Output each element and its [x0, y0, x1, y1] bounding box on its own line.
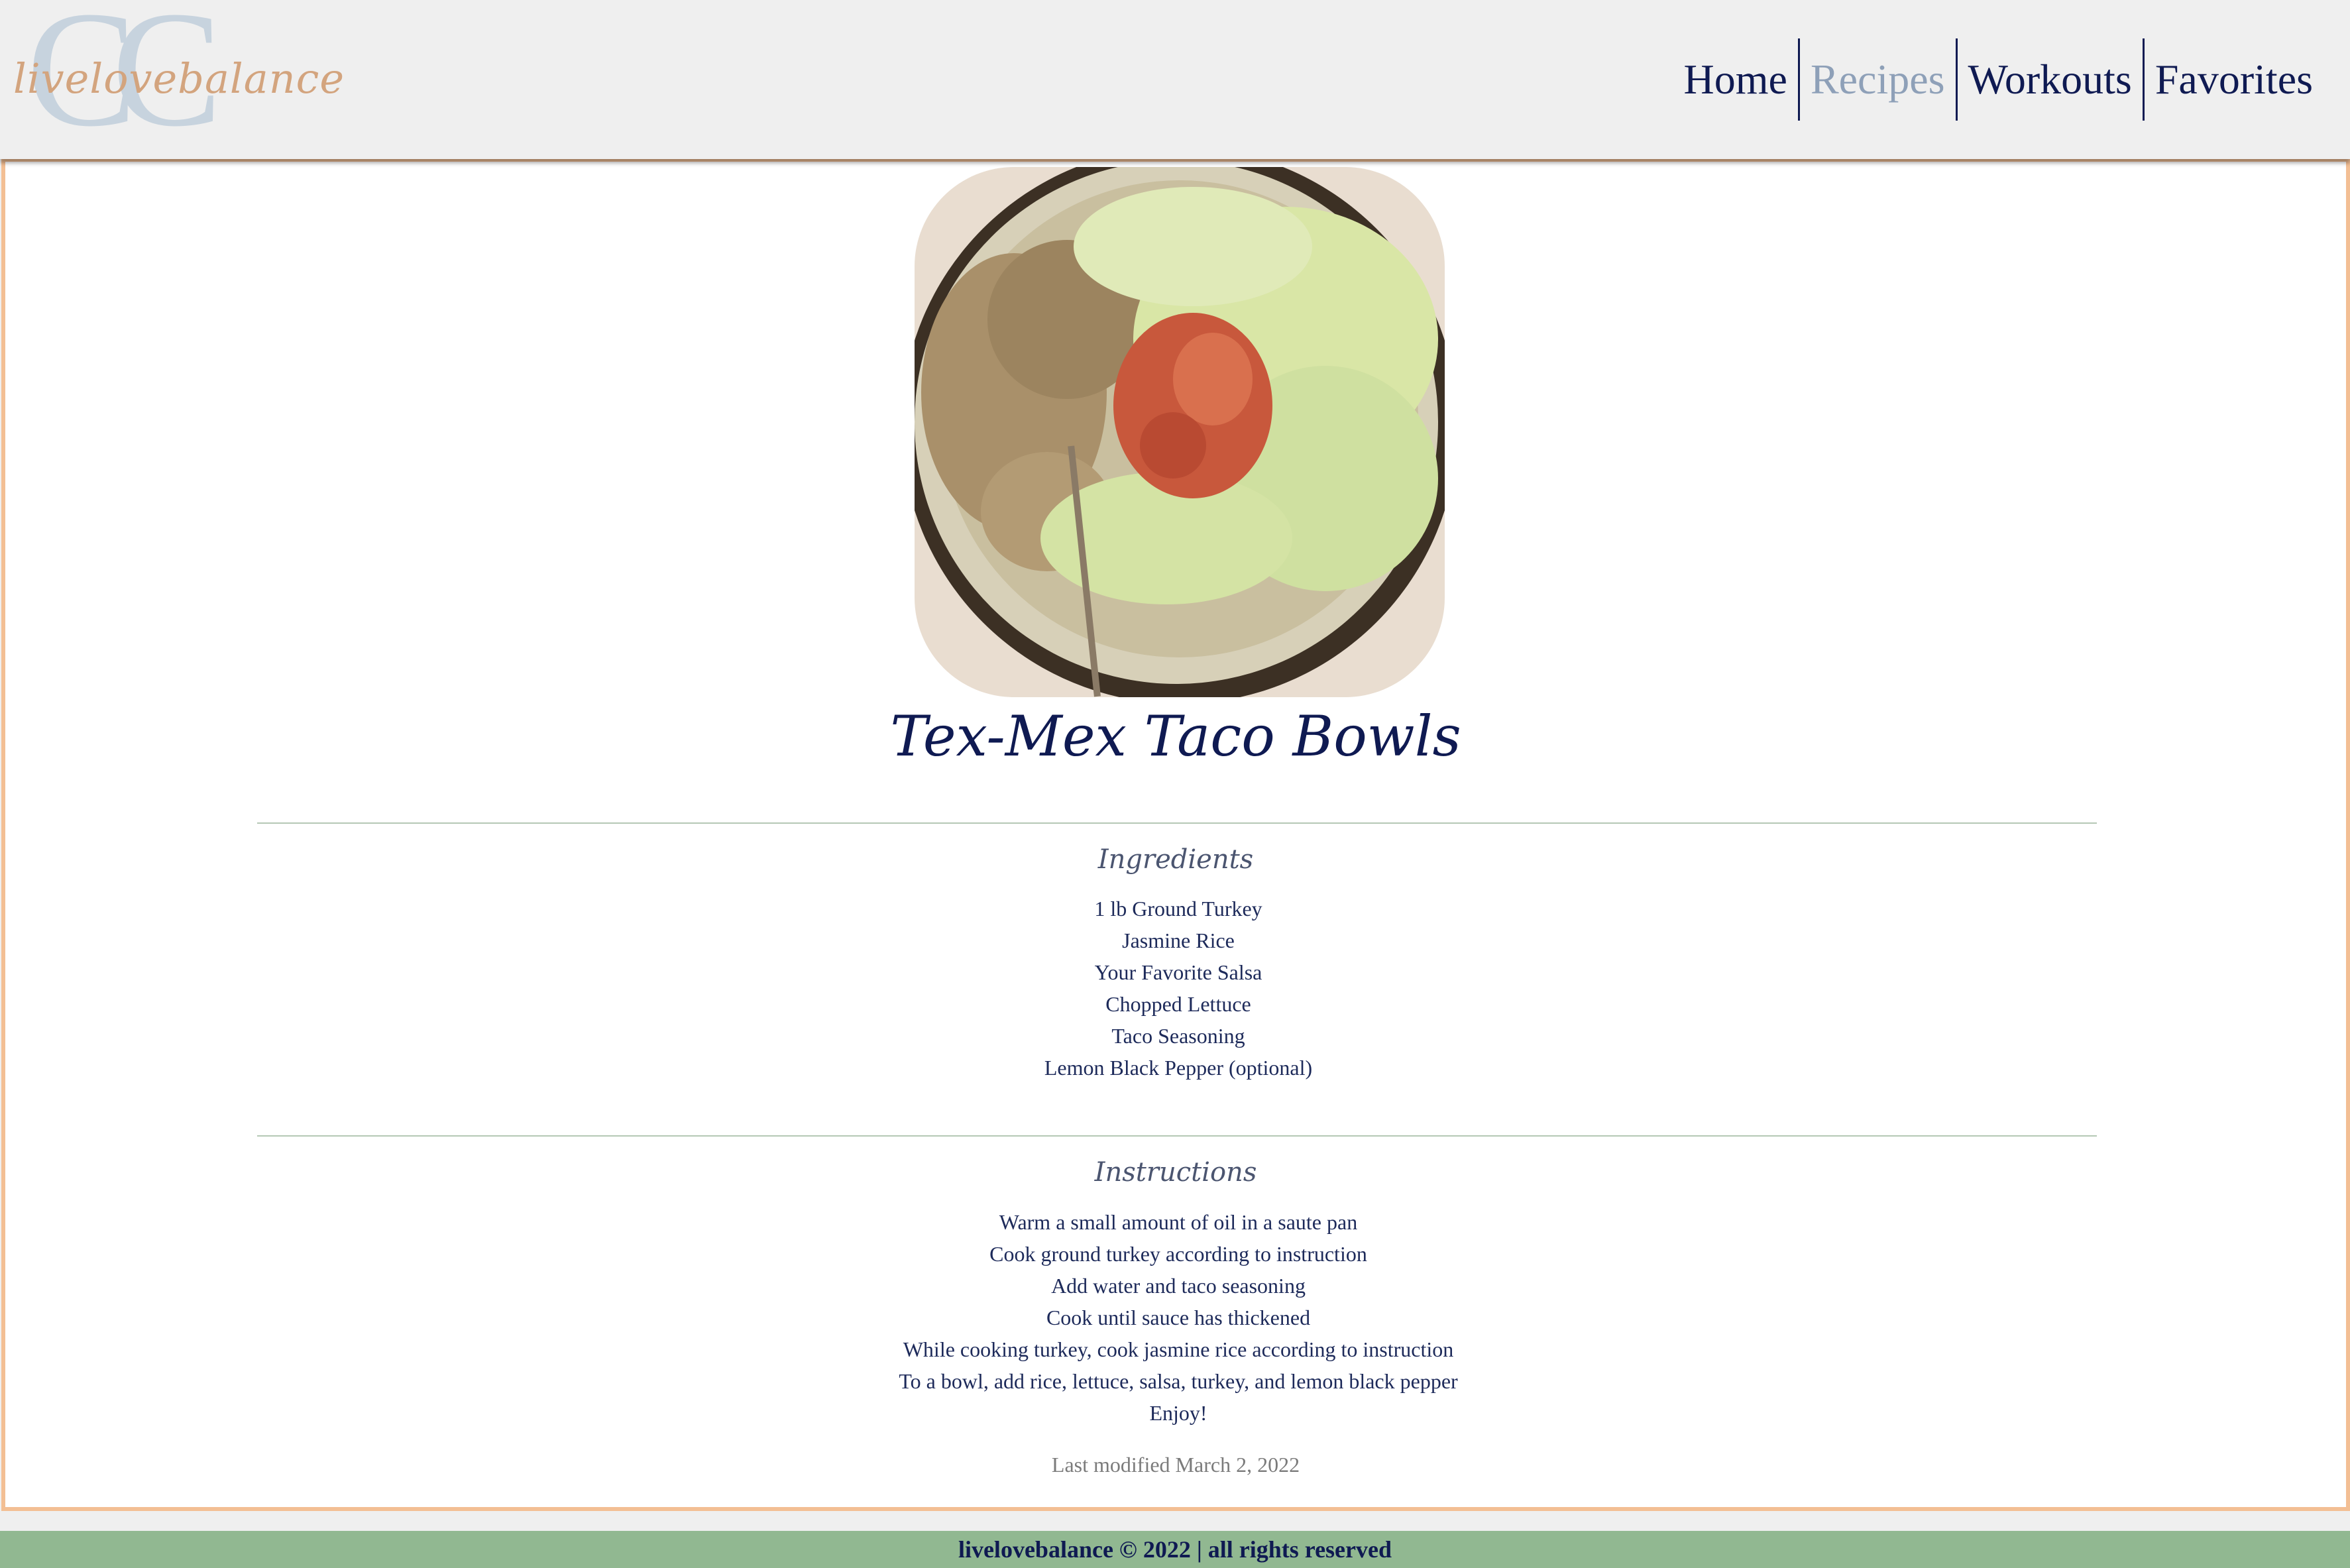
site-logo[interactable]: CC livelovebalance [13, 0, 344, 152]
list-item: Warm a small amount of oil in a saute pa… [999, 1210, 1358, 1234]
nav-workouts[interactable]: Workouts [1958, 38, 2143, 121]
list-item: Enjoy! [1149, 1401, 1207, 1425]
list-item: Chopped Lettuce [1105, 992, 1251, 1016]
list-item: 1 lb Ground Turkey [1094, 897, 1262, 921]
list-item: Cook ground turkey according to instruct… [989, 1242, 1367, 1266]
recipe-card: Tex-Mex Taco Bowls Ingredients 1 lb Grou… [1, 158, 2350, 1511]
list-item: Jasmine Rice [1122, 928, 1235, 952]
site-footer: livelovebalance © 2022 | all rights rese… [0, 1531, 2350, 1568]
recipe-title: Tex-Mex Taco Bowls [890, 704, 1461, 769]
list-item: While cooking turkey, cook jasmine rice … [903, 1337, 1454, 1361]
footer-text: livelovebalance © 2022 | all rights rese… [958, 1536, 1392, 1563]
list-item: Lemon Black Pepper (optional) [1044, 1056, 1313, 1080]
section-divider [257, 1135, 2097, 1137]
list-item: Your Favorite Salsa [1094, 960, 1262, 984]
list-item: To a bowl, add rice, lettuce, salsa, tur… [899, 1369, 1458, 1393]
last-modified: Last modified March 2, 2022 [1051, 1453, 1300, 1477]
taco-bowl-image [915, 167, 1445, 697]
nav-favorites[interactable]: Favorites [2145, 38, 2323, 121]
site-header: CC livelovebalance Home Recipes Workouts… [0, 0, 2350, 159]
nav-home[interactable]: Home [1673, 38, 1798, 121]
nav-recipes[interactable]: Recipes [1800, 38, 1956, 121]
instructions-list: Warm a small amount of oil in a saute pa… [5, 1206, 2350, 1429]
logo-wordmark: livelovebalance [13, 54, 345, 103]
ingredients-list: 1 lb Ground Turkey Jasmine Rice Your Fav… [5, 893, 2350, 1084]
recipe-photo [915, 167, 1445, 697]
section-divider [257, 822, 2097, 824]
ingredients-heading: Ingredients [1097, 844, 1254, 875]
list-item: Taco Seasoning [1111, 1024, 1245, 1048]
main-nav: Home Recipes Workouts Favorites [1673, 38, 2323, 121]
list-item: Cook until sauce has thickened [1046, 1306, 1311, 1329]
list-item: Add water and taco seasoning [1051, 1274, 1306, 1298]
instructions-heading: Instructions [1094, 1157, 1257, 1188]
